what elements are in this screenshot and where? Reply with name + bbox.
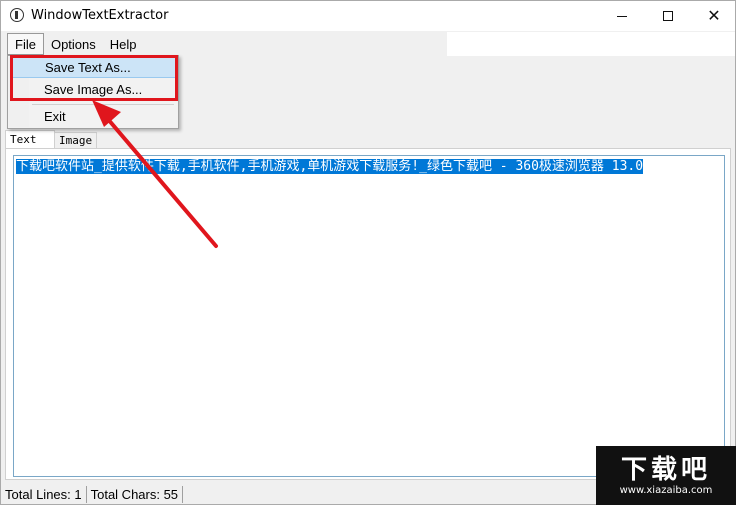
- tab-image[interactable]: Image: [55, 132, 97, 148]
- app-icon: [10, 8, 24, 22]
- close-icon: ✕: [707, 6, 721, 25]
- menu-bar-blank: [447, 32, 735, 56]
- menu-item-exit[interactable]: Exit: [10, 106, 176, 127]
- close-button[interactable]: ✕: [691, 1, 735, 31]
- app-window: WindowTextExtractor ✕ File Options Help …: [0, 0, 736, 505]
- status-total-chars: Total Chars: 55: [87, 486, 184, 503]
- minimize-button[interactable]: [599, 1, 645, 31]
- menu-separator: [32, 104, 174, 105]
- file-dropdown-menu: Save Text As... Save Image As... Exit: [7, 55, 179, 129]
- status-total-lines: Total Lines: 1: [1, 486, 87, 503]
- window-title: WindowTextExtractor: [31, 8, 169, 23]
- menu-file[interactable]: File: [7, 33, 44, 55]
- tab-text[interactable]: Text: [5, 130, 55, 148]
- menu-bar: File Options Help: [1, 32, 447, 56]
- minimize-icon: [617, 15, 627, 17]
- watermark-url: www.xiazaiba.com: [619, 484, 713, 496]
- extracted-text-area[interactable]: 下载吧软件站_提供软件下载,手机软件,手机游戏,单机游戏下载服务!_绿色下载吧 …: [13, 155, 725, 477]
- title-bar[interactable]: WindowTextExtractor ✕: [1, 1, 735, 31]
- selected-text: 下载吧软件站_提供软件下载,手机软件,手机游戏,单机游戏下载服务!_绿色下载吧 …: [16, 159, 644, 174]
- menu-item-save-image[interactable]: Save Image As...: [10, 79, 176, 100]
- maximize-icon: [663, 11, 673, 21]
- maximize-button[interactable]: [645, 1, 691, 31]
- menu-help[interactable]: Help: [103, 33, 144, 55]
- menu-item-save-text[interactable]: Save Text As...: [10, 57, 176, 78]
- text-tab-panel: 下载吧软件站_提供软件下载,手机软件,手机游戏,单机游戏下载服务!_绿色下载吧 …: [5, 148, 731, 480]
- watermark-logo: 下载吧 www.xiazaiba.com: [596, 446, 736, 505]
- watermark-title: 下载吧: [620, 454, 711, 485]
- menu-options[interactable]: Options: [44, 33, 103, 55]
